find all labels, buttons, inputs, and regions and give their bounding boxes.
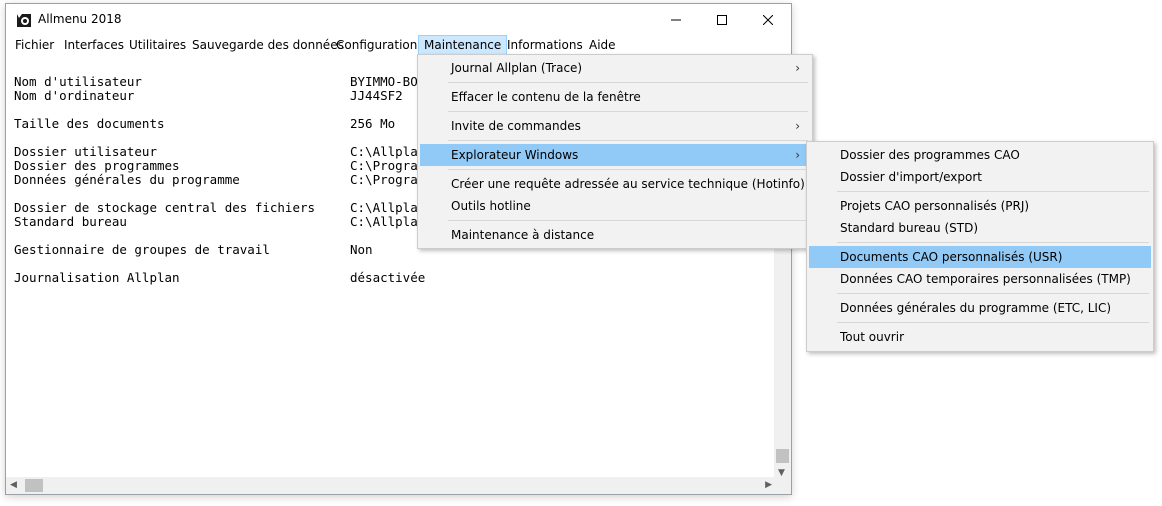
- info-value: C:\Allpla: [350, 214, 418, 229]
- info-value: 256 Mo: [350, 116, 396, 131]
- scroll-right-icon[interactable]: ▶: [765, 480, 772, 490]
- info-row: Dossier de stockage central des fichiers…: [14, 200, 418, 215]
- info-label: Journalisation Allplan: [14, 270, 180, 285]
- menu-configuration[interactable]: Configuration: [331, 35, 422, 55]
- info-label: Dossier utilisateur: [14, 144, 157, 159]
- submenu-item-programmes[interactable]: Dossier des programmes CAO: [809, 144, 1151, 166]
- size-grip[interactable]: [774, 477, 791, 494]
- window-title: Allmenu 2018: [38, 12, 122, 26]
- menu-separator: [448, 169, 808, 170]
- chevron-right-icon: ›: [795, 61, 800, 75]
- info-value: JJ44SF2: [350, 88, 403, 103]
- menu-bar: Fichier Interfaces Utilitaires Sauvegard…: [6, 35, 791, 55]
- maximize-icon: [717, 14, 727, 25]
- info-value: C:\Allpla: [350, 200, 418, 215]
- scroll-left-icon[interactable]: ◀: [10, 480, 17, 490]
- menu-separator: [837, 293, 1149, 294]
- menu-utilitaires[interactable]: Utilitaires: [124, 35, 191, 55]
- menu-aide[interactable]: Aide: [584, 35, 621, 55]
- close-button[interactable]: [745, 4, 791, 35]
- info-value: BYIMMO-BO: [350, 74, 418, 89]
- info-label: Gestionnaire de groupes de travail: [14, 242, 270, 257]
- maximize-button[interactable]: [699, 4, 745, 35]
- app-logo-icon: [16, 12, 32, 28]
- info-label: Dossier des programmes: [14, 158, 180, 173]
- info-row: Taille des documents 256 Mo: [14, 116, 395, 131]
- horizontal-scrollbar[interactable]: ◀ ▶: [6, 477, 776, 494]
- info-value: désactivée: [350, 270, 426, 285]
- submenu-item-tmp[interactable]: Données CAO temporaires personnalisées (…: [809, 268, 1151, 290]
- menu-item-hotline[interactable]: Outils hotline: [420, 195, 810, 217]
- menu-separator: [448, 111, 808, 112]
- menu-informations[interactable]: Informations: [502, 35, 588, 55]
- info-row: Nom d'utilisateur BYIMMO-BO: [14, 74, 418, 89]
- submenu-item-usr[interactable]: Documents CAO personnalisés (USR): [809, 246, 1151, 268]
- minimize-button[interactable]: [653, 4, 699, 35]
- explorer-submenu: Dossier des programmes CAO Dossier d'imp…: [806, 141, 1154, 352]
- info-label: Nom d'utilisateur: [14, 74, 142, 89]
- menu-separator: [448, 140, 808, 141]
- menu-separator: [448, 82, 808, 83]
- submenu-item-etc-lic[interactable]: Données générales du programme (ETC, LIC…: [809, 297, 1151, 319]
- info-row: Données générales du programme C:\Progra: [14, 172, 418, 187]
- info-value: C:\Allpla: [350, 144, 418, 159]
- submenu-item-tout-ouvrir[interactable]: Tout ouvrir: [809, 326, 1151, 348]
- vertical-scroll-thumb[interactable]: [776, 449, 789, 463]
- menu-item-hotinfo[interactable]: Créer une requête adressée au service te…: [420, 173, 810, 195]
- chevron-right-icon: ›: [795, 148, 800, 162]
- menu-fichier[interactable]: Fichier: [10, 35, 59, 55]
- menu-interfaces[interactable]: Interfaces: [59, 35, 129, 55]
- minimize-icon: [671, 19, 681, 20]
- info-row: Dossier utilisateur C:\Allpla: [14, 144, 418, 159]
- info-label: Dossier de stockage central des fichiers: [14, 200, 316, 215]
- info-row: Journalisation Allplan désactivée: [14, 270, 425, 285]
- info-row: Dossier des programmes C:\Progra: [14, 158, 418, 173]
- menu-separator: [837, 191, 1149, 192]
- info-row: Nom d'ordinateur JJ44SF2: [14, 88, 403, 103]
- menu-sauvegarde[interactable]: Sauvegarde des données: [187, 35, 349, 55]
- menu-item-journal[interactable]: Journal Allplan (Trace) ›: [420, 57, 810, 79]
- info-row: Gestionnaire de groupes de travail Non: [14, 242, 373, 257]
- info-value: C:\Progra: [350, 158, 418, 173]
- menu-item-explorateur[interactable]: Explorateur Windows ›: [420, 144, 810, 166]
- menu-separator: [837, 322, 1149, 323]
- menu-separator: [837, 242, 1149, 243]
- menu-maintenance[interactable]: Maintenance: [418, 35, 508, 55]
- chevron-right-icon: ›: [795, 119, 800, 133]
- horizontal-scroll-thumb[interactable]: [25, 479, 43, 492]
- menu-item-effacer[interactable]: Effacer le contenu de la fenêtre: [420, 86, 810, 108]
- submenu-item-std[interactable]: Standard bureau (STD): [809, 217, 1151, 239]
- submenu-item-import-export[interactable]: Dossier d'import/export: [809, 166, 1151, 188]
- menu-item-invite[interactable]: Invite de commandes ›: [420, 115, 810, 137]
- info-value: Non: [350, 242, 373, 257]
- maintenance-dropdown: Journal Allplan (Trace) › Effacer le cont…: [417, 54, 813, 249]
- info-row: Standard bureau C:\Allpla: [14, 214, 418, 229]
- menu-separator: [448, 220, 808, 221]
- info-label: Taille des documents: [14, 116, 165, 131]
- info-value: C:\Progra: [350, 172, 418, 187]
- menu-item-distance[interactable]: Maintenance à distance: [420, 224, 810, 246]
- submenu-item-prj[interactable]: Projets CAO personnalisés (PRJ): [809, 195, 1151, 217]
- close-icon: [763, 14, 773, 25]
- info-label: Standard bureau: [14, 214, 127, 229]
- title-bar[interactable]: Allmenu 2018: [6, 4, 791, 35]
- info-label: Nom d'ordinateur: [14, 88, 135, 103]
- info-label: Données générales du programme: [14, 172, 240, 187]
